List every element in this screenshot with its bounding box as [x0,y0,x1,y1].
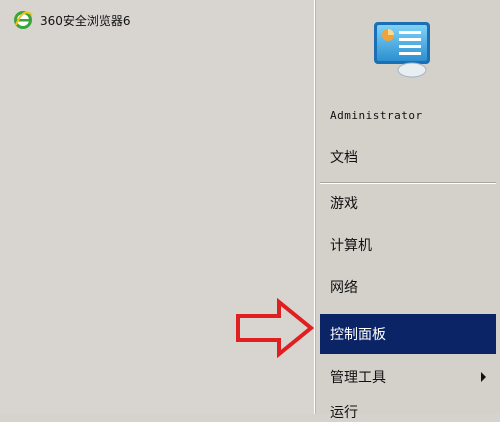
menu-item-label: 管理工具 [330,370,386,386]
menu-separator [320,182,496,184]
control-panel-user-icon[interactable] [372,18,434,80]
submenu-arrow-icon [481,372,486,382]
ie-browser-icon [12,9,34,31]
user-name-label: Administrator [330,108,423,122]
menu-item-label: 游戏 [330,196,358,212]
menu-item-control-panel[interactable]: 控制面板 [320,314,496,354]
menu-item-label: 控制面板 [330,327,386,343]
pinned-item-360-browser[interactable]: 360安全浏览器6 [12,8,131,32]
menu-item-computer[interactable]: 计算机 [320,228,496,262]
menu-item-games[interactable]: 游戏 [320,186,496,220]
menu-item-run[interactable]: 运行 [320,402,496,422]
menu-item-label: 文档 [330,150,358,166]
red-arrow-icon [235,297,315,359]
menu-item-user-administrator[interactable]: Administrator [320,98,496,132]
menu-item-admin-tools[interactable]: 管理工具 [320,360,496,394]
menu-item-label: 网络 [330,280,358,296]
menu-item-label: 计算机 [330,238,372,254]
menu-item-network[interactable]: 网络 [320,270,496,304]
menu-item-label: 运行 [330,405,358,421]
pinned-item-label: 360安全浏览器6 [40,13,131,28]
menu-item-documents[interactable]: 文档 [320,140,496,174]
